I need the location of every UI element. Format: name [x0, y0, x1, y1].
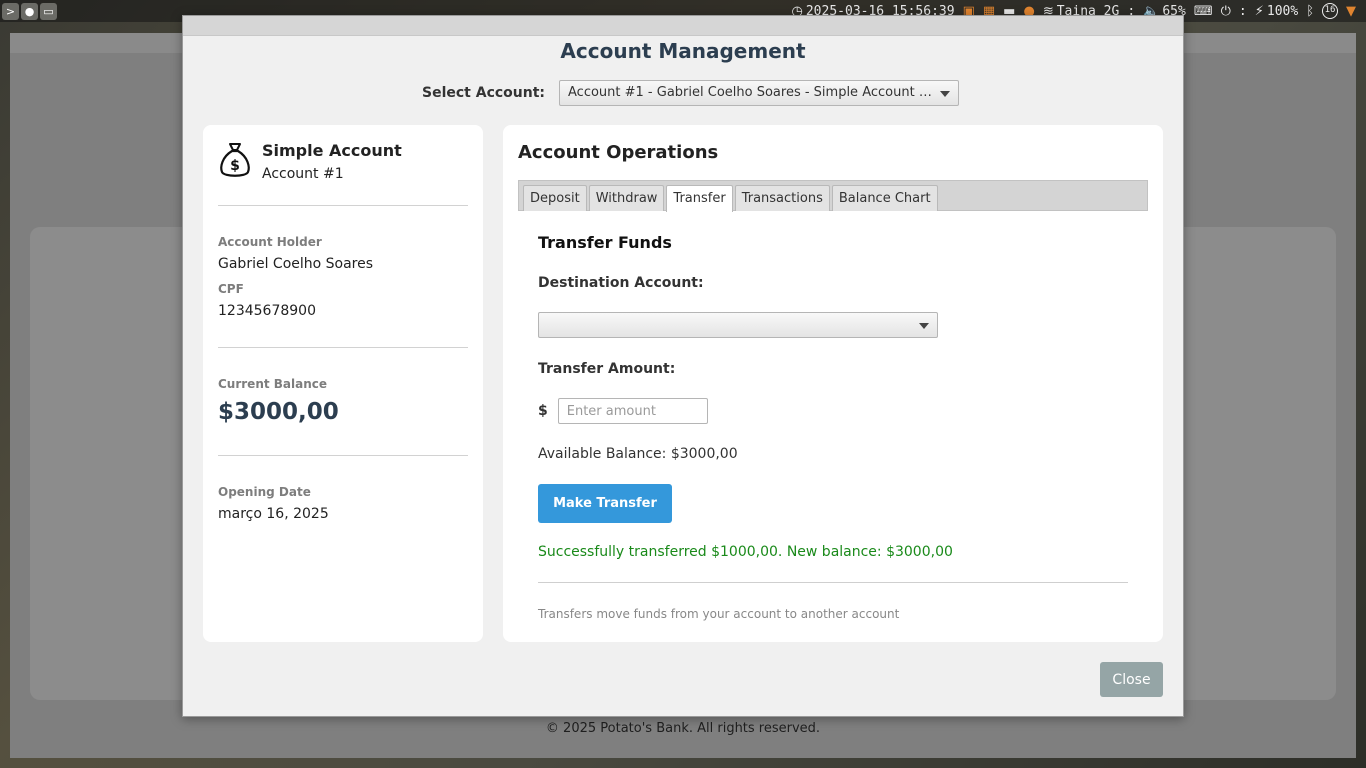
transfer-success-message: Successfully transferred $1000,00. New b… — [538, 544, 953, 560]
modal-title: Account Management — [560, 39, 806, 63]
power-icon[interactable]: ⏻ — [1221, 4, 1231, 19]
transfer-help-text: Transfers move funds from your account t… — [538, 607, 900, 621]
tray-separator: : — [1238, 3, 1247, 19]
tab-transfer[interactable]: Transfer — [666, 185, 733, 212]
cpf-label: CPF — [218, 282, 244, 296]
operations-tab-bar: Deposit Withdraw Transfer Transactions B… — [518, 180, 1148, 212]
account-type: Simple Account — [262, 141, 402, 160]
account-info-card: $ Simple Account Account #1 Account Hold… — [203, 125, 483, 642]
notification-count-badge[interactable]: 16 — [1322, 3, 1338, 19]
amount-row: $ — [538, 398, 708, 424]
account-header: $ Simple Account Account #1 — [218, 141, 402, 182]
money-bag-icon: $ — [220, 143, 250, 177]
current-balance-value: $3000,00 — [218, 399, 339, 425]
current-balance-label: Current Balance — [218, 377, 328, 391]
make-transfer-button[interactable]: Make Transfer — [538, 484, 672, 523]
tab-deposit[interactable]: Deposit — [523, 185, 587, 211]
account-select-row: Select Account: Account #1 - Gabriel Coe… — [422, 80, 960, 106]
account-holder-value: Gabriel Coelho Soares — [218, 256, 374, 272]
account-holder-label: Account Holder — [218, 235, 322, 249]
opening-date-value: março 16, 2025 — [218, 506, 329, 522]
destination-account-label: Destination Account: — [538, 275, 704, 291]
files-launcher-icon[interactable]: ▭ — [40, 2, 57, 20]
wifi-signal-icon[interactable]: ▼ — [1346, 4, 1356, 19]
divider — [538, 582, 1128, 583]
tab-balance-chart[interactable]: Balance Chart — [831, 185, 938, 211]
battery-charging-icon: ⚡ — [1254, 3, 1264, 19]
divider — [218, 347, 468, 348]
battery-status[interactable]: ⚡ 100% — [1255, 4, 1298, 19]
account-management-modal: Account Management Select Account: Accou… — [182, 15, 1184, 717]
select-account-label: Select Account: — [422, 85, 546, 101]
chevron-down-icon — [940, 91, 951, 97]
destination-account-select[interactable] — [538, 312, 938, 338]
modal-titlebar[interactable] — [183, 16, 1183, 36]
transfer-amount-input[interactable] — [557, 398, 708, 424]
account-select[interactable]: Account #1 - Gabriel Coelho Soares - Sim… — [559, 80, 960, 106]
tab-withdraw[interactable]: Withdraw — [588, 185, 665, 211]
battery-level: 100% — [1266, 3, 1299, 19]
account-select-value: Account #1 - Gabriel Coelho Soares - Sim… — [568, 85, 958, 100]
account-operations-card: Account Operations Deposit Withdraw Tran… — [503, 125, 1163, 642]
tab-list: Deposit Withdraw Transfer Transactions B… — [523, 185, 938, 212]
transfer-amount-label: Transfer Amount: — [538, 361, 676, 377]
divider — [218, 455, 468, 456]
chevron-down-icon — [919, 323, 929, 329]
settings-launcher-icon[interactable]: ● — [21, 2, 38, 20]
svg-text:$: $ — [230, 158, 240, 174]
available-balance-text: Available Balance: $3000,00 — [538, 446, 738, 462]
cpf-value: 12345678900 — [218, 303, 316, 319]
transfer-funds-title: Transfer Funds — [538, 233, 672, 252]
terminal-launcher-icon[interactable]: > — [2, 2, 19, 20]
bluetooth-icon[interactable]: ᛒ — [1306, 4, 1314, 19]
divider — [218, 205, 468, 206]
page-footer: © 2025 Potato's Bank. All rights reserve… — [545, 721, 821, 736]
launcher-group: > ● ▭ — [2, 2, 57, 20]
keyboard-icon[interactable]: ⌨ — [1194, 4, 1213, 19]
operations-title: Account Operations — [518, 142, 719, 163]
currency-symbol: $ — [538, 403, 548, 419]
account-number: Account #1 — [262, 166, 344, 182]
close-button[interactable]: Close — [1100, 662, 1163, 697]
tab-transactions[interactable]: Transactions — [734, 185, 830, 211]
opening-date-label: Opening Date — [218, 485, 311, 499]
